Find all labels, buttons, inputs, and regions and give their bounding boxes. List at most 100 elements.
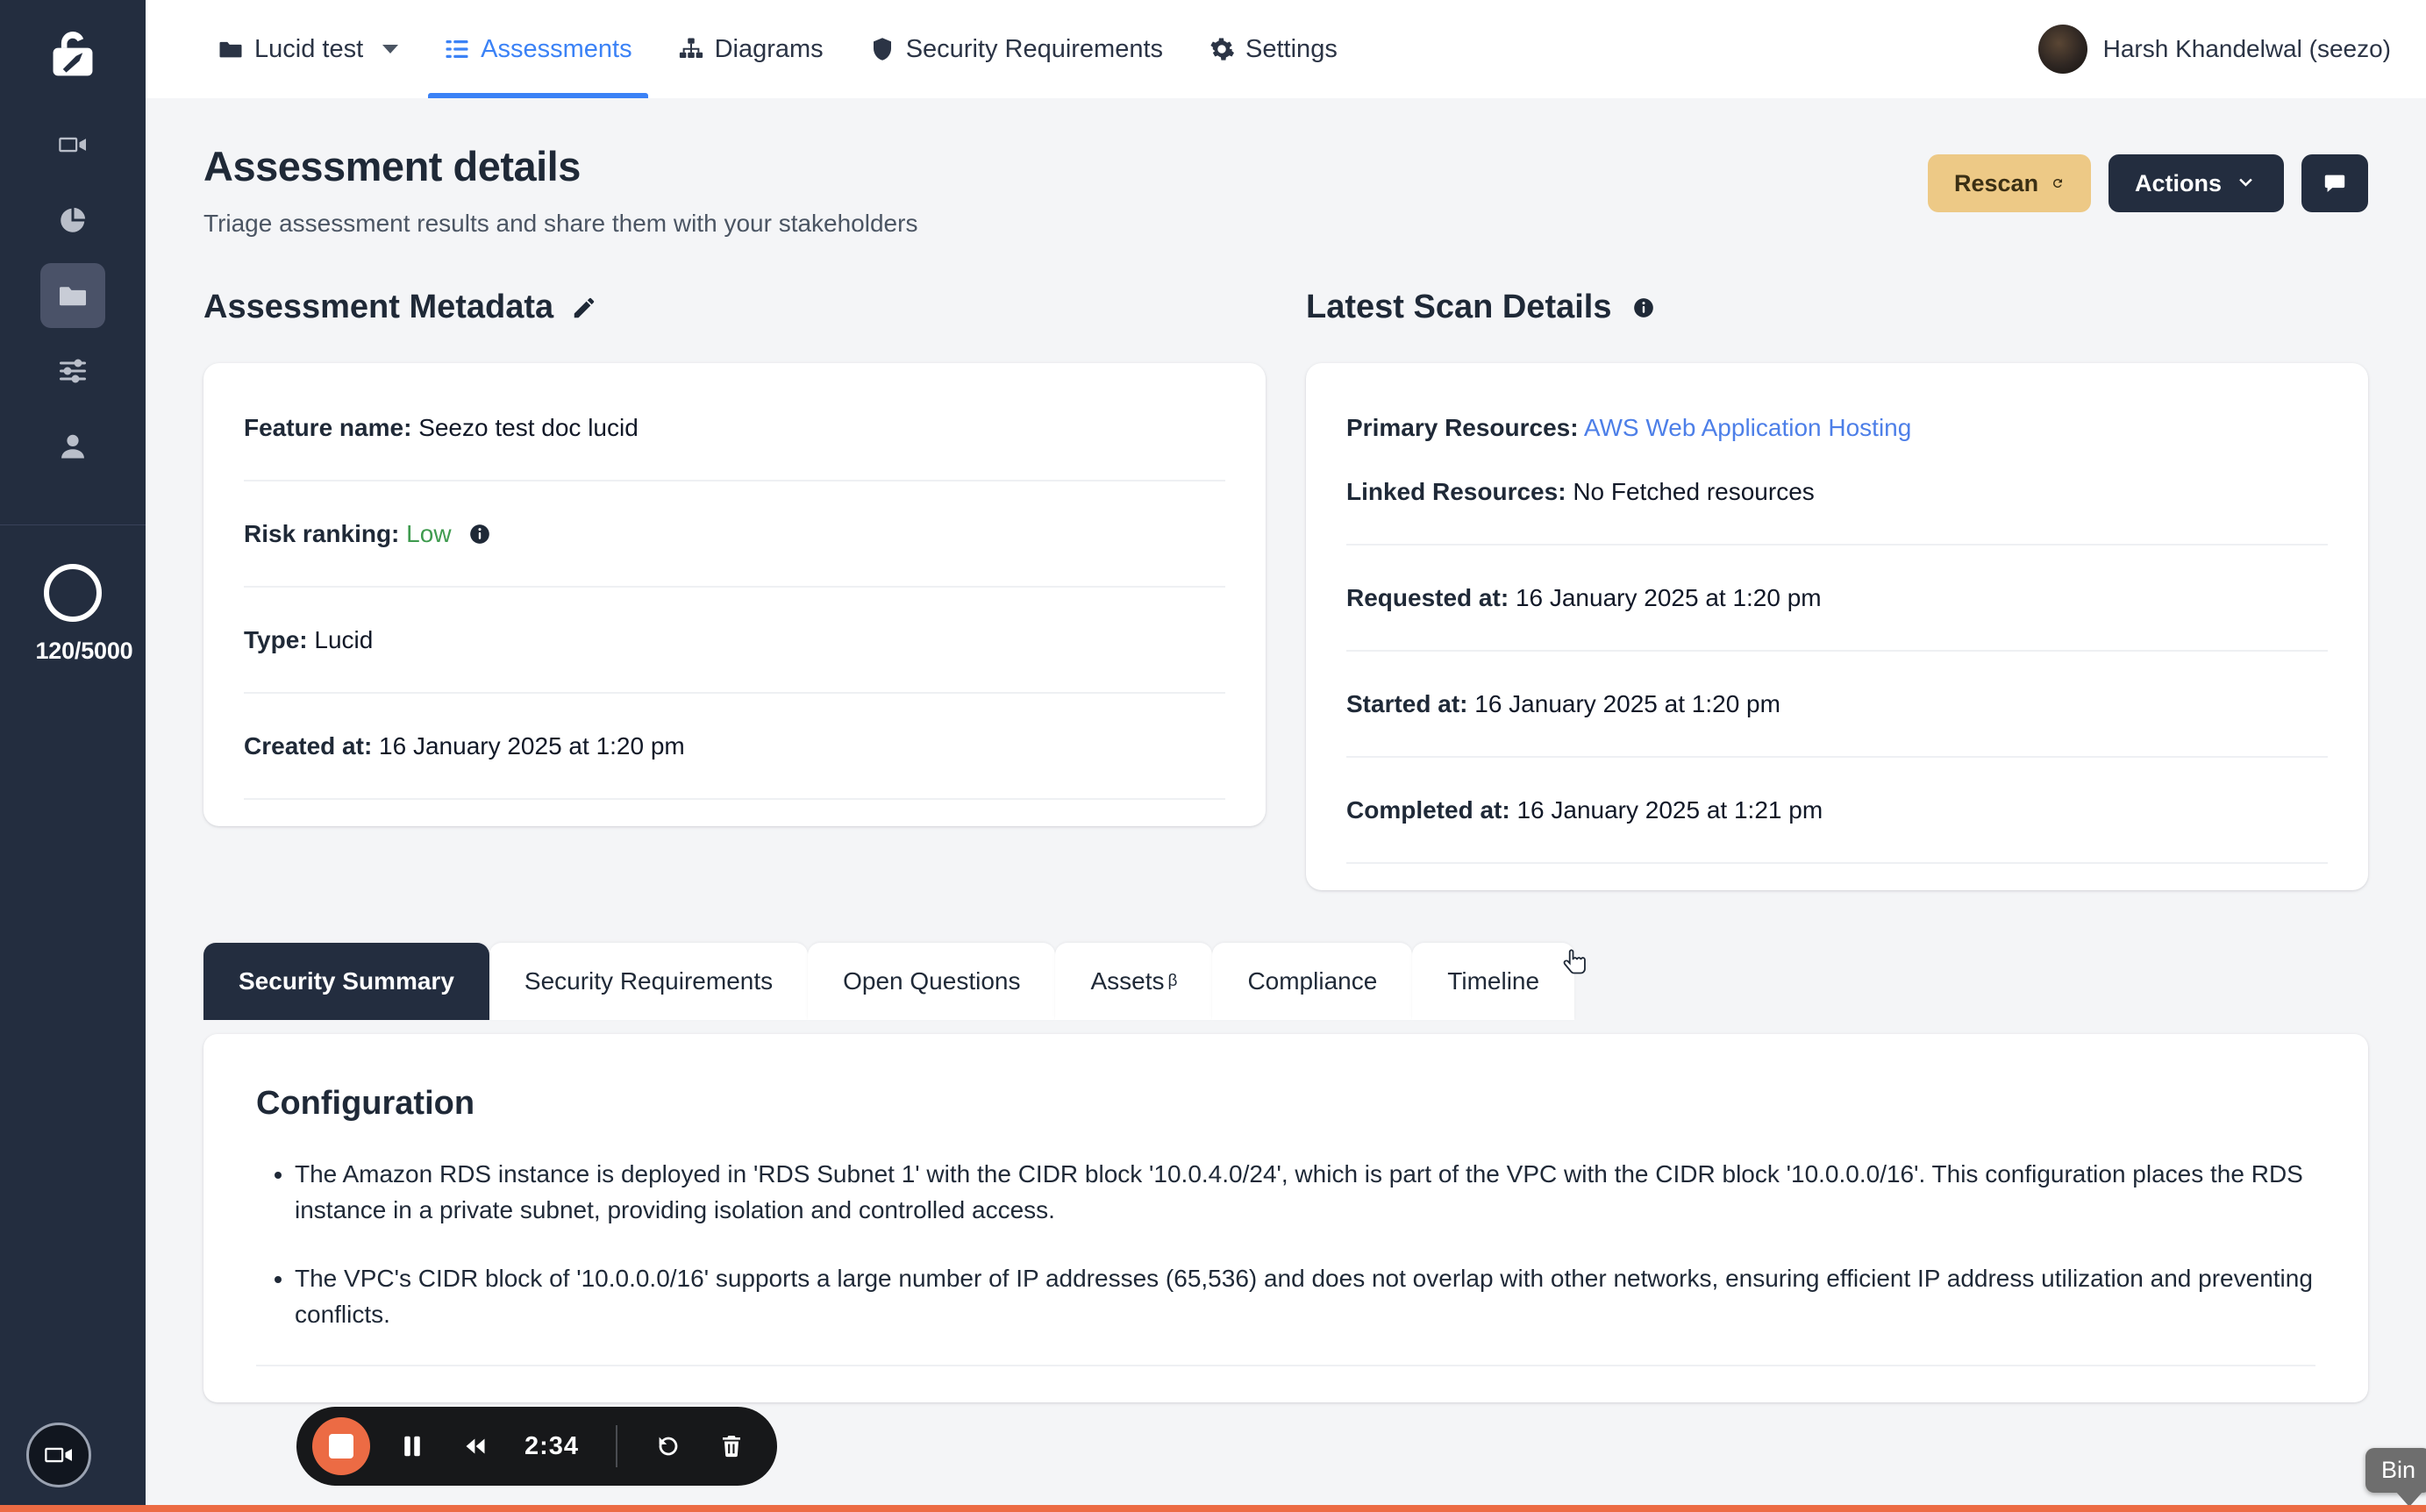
scan-row-linked-resources: Linked Resources: No Fetched resources <box>1346 460 2328 546</box>
gear-icon <box>1210 38 1235 61</box>
detail-columns: Assessment Metadata Feature name: Seezo … <box>203 289 2368 890</box>
risk-ranking-value: Low <box>406 520 452 547</box>
app-logo[interactable] <box>46 30 100 81</box>
actions-button-label: Actions <box>2135 169 2223 196</box>
edit-pencil-icon[interactable] <box>571 295 597 321</box>
tab-settings[interactable]: Settings <box>1186 0 1360 98</box>
metadata-value: Lucid <box>314 626 374 653</box>
tab-label: Security Summary <box>239 967 454 995</box>
tab-diagrams-label: Diagrams <box>714 34 824 63</box>
scan-value: 16 January 2025 at 1:21 pm <box>1516 796 1823 824</box>
rewind-icon <box>466 1438 485 1454</box>
sliders-icon <box>60 359 86 383</box>
scan-heading: Latest Scan Details <box>1306 289 2368 326</box>
trash-icon <box>723 1436 741 1458</box>
tab-security-requirements[interactable]: Security Requirements <box>846 0 1186 98</box>
folder-icon <box>219 41 242 58</box>
metadata-label: Risk ranking: <box>244 520 400 547</box>
folder-icon <box>60 287 86 306</box>
info-icon <box>470 524 490 544</box>
metadata-row-type: Type: Lucid <box>244 588 1225 694</box>
scan-card: Primary Resources: AWS Web Application H… <box>1306 363 2368 890</box>
tab-diagrams[interactable]: Diagrams <box>655 0 846 98</box>
refresh-icon <box>2053 178 2063 188</box>
tab-label: Assets <box>1090 967 1165 995</box>
comments-button[interactable] <box>2301 154 2368 212</box>
metadata-label: Type: <box>244 626 308 653</box>
configuration-bullets: The Amazon RDS instance is deployed in '… <box>256 1156 2315 1333</box>
page-action-buttons: Rescan Actions <box>1928 142 2368 212</box>
tab-assessments[interactable]: Assessments <box>421 0 654 98</box>
actions-button[interactable]: Actions <box>2108 154 2284 212</box>
metadata-row-created-at: Created at: 16 January 2025 at 1:20 pm <box>244 694 1225 800</box>
rescan-button-label: Rescan <box>1954 169 2039 196</box>
metadata-row-risk-ranking: Risk ranking: Low <box>244 481 1225 588</box>
risk-ranking-info-icon[interactable] <box>468 523 491 546</box>
content-tabs: Security Summary Security Requirements O… <box>203 943 2368 1020</box>
pause-recording-button[interactable] <box>391 1422 433 1471</box>
lock-compass-logo-icon <box>53 32 93 76</box>
page-title: Assessment details <box>203 143 581 189</box>
stop-icon <box>329 1434 353 1459</box>
page-header: Assessment details Triage assessment res… <box>203 98 2368 238</box>
scan-value: No Fetched resources <box>1573 478 1815 505</box>
video-camera-icon <box>45 1447 72 1463</box>
scan-row-requested-at: Requested at: 16 January 2025 at 1:20 pm <box>1346 546 2328 652</box>
user-name-label: Harsh Khandelwal (seezo) <box>2102 35 2391 62</box>
info-icon <box>1634 297 1654 317</box>
recording-time: 2:34 <box>524 1431 580 1460</box>
rewind-button[interactable] <box>454 1422 496 1471</box>
tab-compliance[interactable]: Compliance <box>1212 943 1413 1020</box>
scan-label: Requested at: <box>1346 584 1509 611</box>
primary-resource-link[interactable]: AWS Web Application Hosting <box>1584 414 1912 441</box>
scan-row-primary-resources: Primary Resources: AWS Web Application H… <box>1346 375 2328 460</box>
page-subtitle: Triage assessment results and share them… <box>203 210 918 237</box>
scan-value: 16 January 2025 at 1:20 pm <box>1515 584 1822 611</box>
sidebar-divider <box>0 524 146 525</box>
workspace-selector[interactable]: Lucid test <box>209 0 421 98</box>
chevron-down-icon <box>382 45 399 53</box>
tab-timeline[interactable]: Timeline <box>1412 943 1575 1020</box>
delete-recording-button[interactable] <box>710 1422 753 1471</box>
metadata-row-feature-name: Feature name: Seezo test doc lucid <box>244 375 1225 481</box>
sidebar-item-account[interactable] <box>40 414 105 479</box>
security-summary-panel: Configuration The Amazon RDS instance is… <box>203 1034 2368 1402</box>
user-menu[interactable]: Harsh Khandelwal (seezo) <box>2037 25 2396 74</box>
app-root: 120/5000 Lucid test Assessments Diagrams… <box>0 0 2426 1512</box>
tab-security-requirements-panel[interactable]: Security Requirements <box>489 943 809 1020</box>
rescan-button[interactable]: Rescan <box>1928 154 2091 212</box>
left-sidebar: 120/5000 <box>0 0 146 1512</box>
tab-security-summary[interactable]: Security Summary <box>203 943 489 1020</box>
sidebar-item-analytics[interactable] <box>40 188 105 253</box>
tab-open-questions[interactable]: Open Questions <box>808 943 1056 1020</box>
stop-recording-button[interactable] <box>312 1417 370 1475</box>
sidebar-item-projects[interactable] <box>40 263 105 328</box>
video-camera-icon <box>59 137 86 153</box>
person-icon <box>61 434 84 459</box>
toolbar-divider <box>616 1425 618 1467</box>
scan-label: Completed at: <box>1346 796 1510 824</box>
scan-heading-label: Latest Scan Details <box>1306 289 1612 325</box>
avatar <box>2037 25 2087 74</box>
configuration-title: Configuration <box>256 1085 475 1122</box>
pause-icon <box>404 1436 420 1457</box>
scan-info-icon[interactable] <box>1632 296 1655 319</box>
tab-assets[interactable]: Assets β <box>1055 943 1213 1020</box>
scan-row-started-at: Started at: 16 January 2025 at 1:20 pm <box>1346 652 2328 758</box>
tab-security-requirements-label: Security Requirements <box>905 34 1164 63</box>
metadata-heading-label: Assessment Metadata <box>203 289 554 325</box>
tab-label: Security Requirements <box>524 967 774 995</box>
scan-row-completed-at: Completed at: 16 January 2025 at 1:21 pm <box>1346 758 2328 864</box>
metadata-value: 16 January 2025 at 1:20 pm <box>379 732 685 760</box>
chat-bubble-icon <box>2324 175 2345 193</box>
main-area: Lucid test Assessments Diagrams Security… <box>146 0 2426 1512</box>
metadata-column: Assessment Metadata Feature name: Seezo … <box>203 289 1266 890</box>
metadata-label: Created at: <box>244 732 373 760</box>
scan-label: Started at: <box>1346 690 1468 717</box>
sidebar-item-settings-controls[interactable] <box>40 339 105 403</box>
sidebar-item-recordings[interactable] <box>40 112 105 177</box>
metadata-card: Feature name: Seezo test doc lucid Risk … <box>203 363 1266 826</box>
recorder-toggle-button[interactable] <box>26 1423 91 1487</box>
quota-indicator: 120/5000 <box>0 564 146 665</box>
restart-recording-button[interactable] <box>647 1422 689 1471</box>
